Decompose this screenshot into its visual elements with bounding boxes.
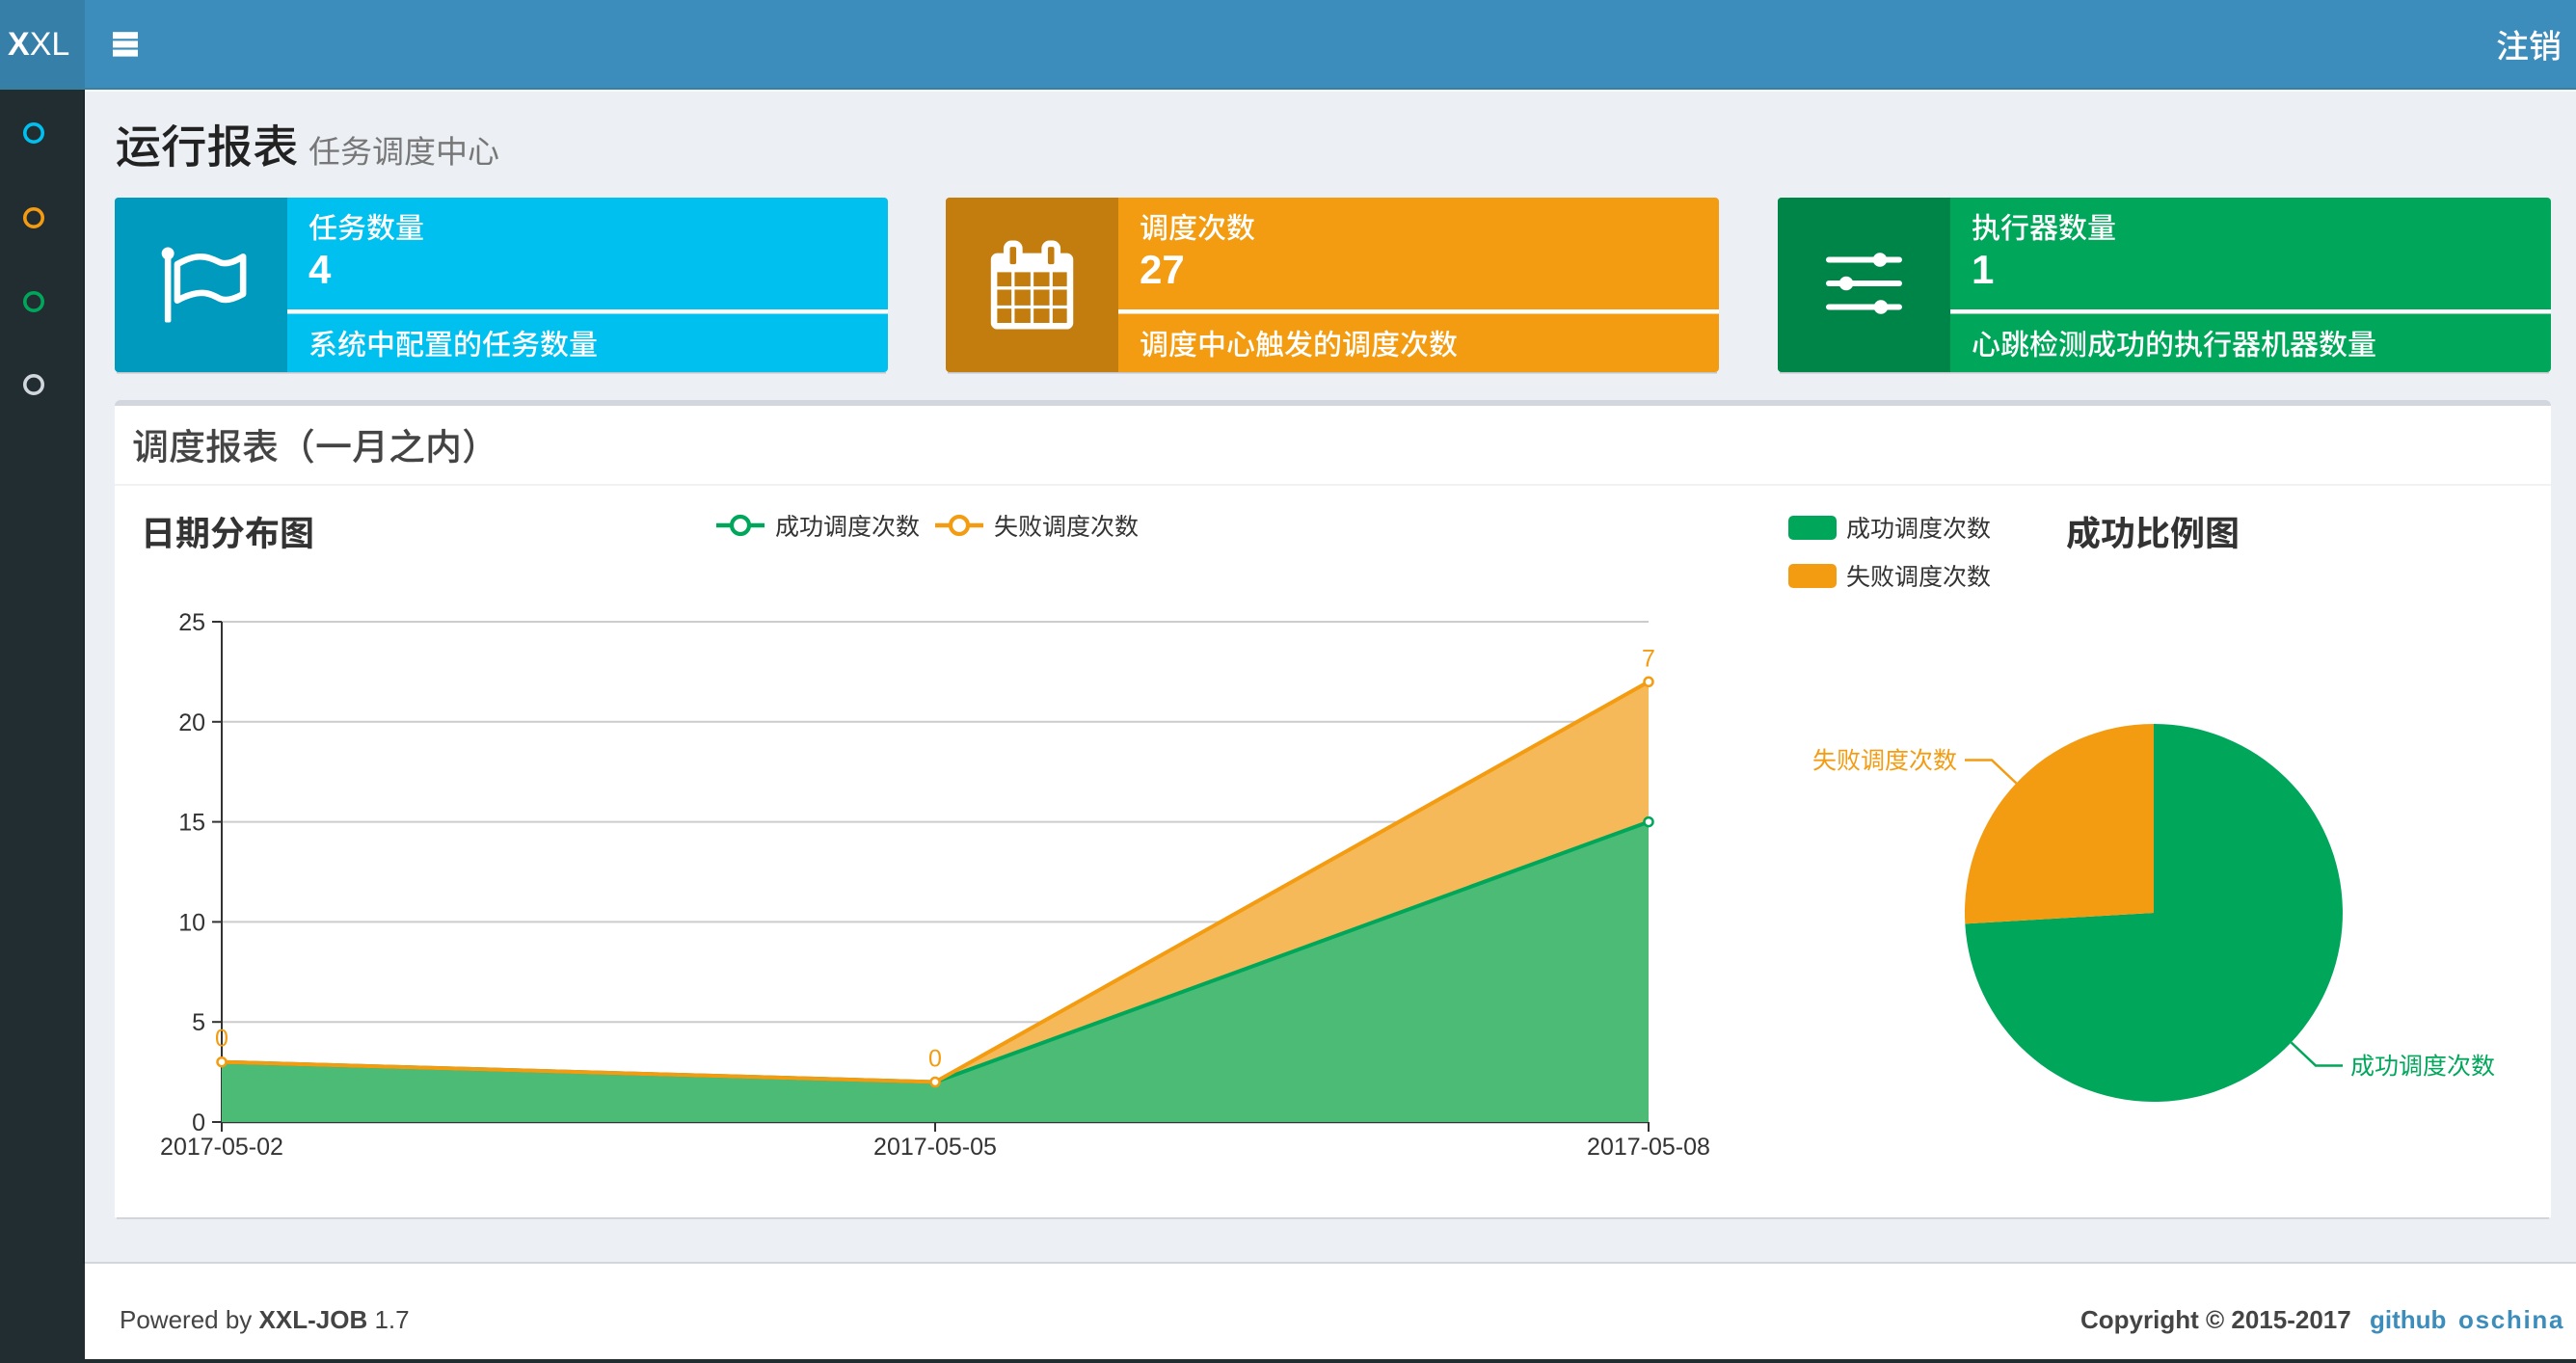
svg-text:15: 15 bbox=[178, 810, 205, 837]
svg-text:2017-05-02: 2017-05-02 bbox=[160, 1134, 283, 1161]
svg-text:25: 25 bbox=[178, 609, 205, 636]
svg-text:oschina: oschina bbox=[2458, 1305, 2564, 1334]
svg-text:10: 10 bbox=[178, 909, 205, 936]
svg-text:7: 7 bbox=[1642, 645, 1655, 672]
svg-text:2017-05-05: 2017-05-05 bbox=[873, 1134, 997, 1161]
svg-text:Copyright © 2015-2017: Copyright © 2015-2017 bbox=[2080, 1305, 2351, 1334]
svg-text:Powered by XXL-JOB 1.7: Powered by XXL-JOB 1.7 bbox=[120, 1305, 410, 1334]
svg-text:4: 4 bbox=[309, 247, 332, 292]
svg-text:XXL: XXL bbox=[8, 26, 69, 63]
svg-text:0: 0 bbox=[192, 1109, 205, 1136]
svg-text:0: 0 bbox=[928, 1046, 942, 1073]
svg-text:1: 1 bbox=[1972, 247, 1994, 292]
svg-text:0: 0 bbox=[215, 1026, 228, 1053]
svg-text:5: 5 bbox=[192, 1009, 205, 1036]
svg-text:20: 20 bbox=[178, 709, 205, 736]
svg-text:27: 27 bbox=[1140, 247, 1185, 292]
svg-text:github: github bbox=[2370, 1305, 2446, 1334]
svg-text:2017-05-08: 2017-05-08 bbox=[1587, 1134, 1710, 1161]
